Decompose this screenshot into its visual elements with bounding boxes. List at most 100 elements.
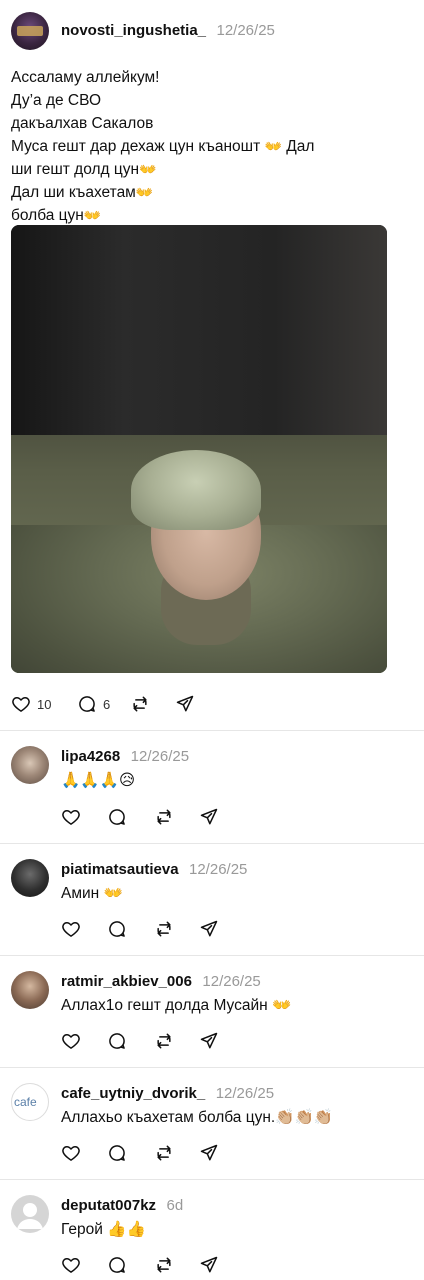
commenter-avatar[interactable] xyxy=(11,971,49,1009)
open-hands-emoji: 👐 xyxy=(139,161,157,177)
reply-icon xyxy=(109,1033,125,1049)
comment-actions xyxy=(61,1142,245,1164)
comment-author-line: deputat007kz 6d xyxy=(61,1197,183,1215)
caption-line: Дал ши къахетам👐 xyxy=(11,181,331,204)
send-icon xyxy=(200,808,218,825)
commenter-avatar[interactable] xyxy=(11,859,49,897)
comment-username[interactable]: ratmir_akbiev_006 xyxy=(61,973,192,990)
comment-author-line: ratmir_akbiev_006 12/26/25 xyxy=(61,973,261,991)
share-button[interactable] xyxy=(199,807,245,827)
heart-icon xyxy=(62,1258,80,1273)
post-photo[interactable] xyxy=(11,225,387,673)
comment-author-line: lipa4268 12/26/25 xyxy=(61,748,189,766)
photo-background xyxy=(11,225,387,435)
open-hands-emoji: 👐 xyxy=(135,184,154,200)
send-icon xyxy=(200,1256,218,1273)
author-username[interactable]: novosti_ingushetia_ xyxy=(61,22,206,39)
comment-text: Аллахьо къахетам болба цун.👏🏼👏🏼👏🏼 xyxy=(61,1109,334,1126)
share-button[interactable] xyxy=(199,919,245,939)
comment-text: Аллах1о гешт долда Мусайн 👐 xyxy=(61,997,292,1014)
comment-author-line: piatimatsautieva 12/26/25 xyxy=(61,861,247,879)
repost-button[interactable] xyxy=(129,694,175,714)
heart-icon xyxy=(62,1146,80,1161)
reply-icon xyxy=(109,1257,125,1273)
open-hands-emoji: 👐 xyxy=(264,138,282,154)
send-icon xyxy=(200,1144,218,1161)
comment-username[interactable]: cafe_uytniy_dvorik_ xyxy=(61,1085,205,1102)
caption-line-text: болба цун xyxy=(11,207,84,224)
post-timestamp: 12/26/25 xyxy=(216,22,275,39)
repost-icon xyxy=(157,1033,171,1049)
comment-actions xyxy=(61,806,245,828)
share-button[interactable] xyxy=(199,1031,245,1051)
caption-line: дакъалхав Сакалов xyxy=(11,115,154,132)
comment-timestamp: 12/26/25 xyxy=(130,748,190,765)
comment-username[interactable]: piatimatsautieva xyxy=(61,861,179,878)
like-button[interactable] xyxy=(61,1143,107,1163)
caption-line: болба цун👐 xyxy=(11,204,331,227)
heart-icon xyxy=(62,810,80,825)
comment-author-line: cafe_uytniy_dvorik_ 12/26/25 xyxy=(61,1085,274,1103)
like-button[interactable] xyxy=(61,807,107,827)
repost-icon xyxy=(157,809,171,825)
like-count: 10 xyxy=(37,696,52,712)
commenter-avatar[interactable] xyxy=(11,746,49,784)
comment-username[interactable]: deputat007kz xyxy=(61,1197,156,1214)
caption-line: ши гешт долд цун👐 xyxy=(11,158,331,181)
person-icon xyxy=(17,1203,43,1229)
caption-line-text: Муса гешт дар дехаж цун къаношт xyxy=(11,138,261,155)
repost-button[interactable] xyxy=(153,919,199,939)
caption-line: Муса гешт дар дехаж цун къаношт 👐 Дал xyxy=(11,135,331,158)
comment-text: Герой 👍👍 xyxy=(61,1221,146,1238)
commenter-avatar[interactable]: cafe xyxy=(11,1083,49,1121)
share-button[interactable] xyxy=(199,1143,245,1163)
share-button[interactable] xyxy=(175,694,195,714)
caption-line: Ду’а де СВО xyxy=(11,92,102,109)
post-header: novosti_ingushetia_ 12/26/25 xyxy=(0,0,424,60)
like-button[interactable] xyxy=(61,1031,107,1051)
author-line: novosti_ingushetia_ 12/26/25 xyxy=(61,22,275,40)
reply-button[interactable] xyxy=(107,1143,153,1163)
avatar-broken-image-text: cafe xyxy=(14,1095,37,1109)
reply-icon xyxy=(109,1145,125,1161)
caption-line: Ассаламу аллейкум! xyxy=(11,69,160,86)
reply-icon xyxy=(79,696,95,712)
reply-button[interactable]: 6 xyxy=(77,694,129,714)
default-avatar[interactable] xyxy=(11,1195,49,1233)
caption-line-text: Дал ши къахетам xyxy=(11,184,136,201)
repost-button[interactable] xyxy=(153,1255,199,1275)
post-caption: Ассаламу аллейкум! Ду’а де СВО дакъалхав… xyxy=(11,66,331,227)
like-button[interactable] xyxy=(61,919,107,939)
photo-hat xyxy=(131,450,261,530)
reply-icon xyxy=(109,809,125,825)
repost-button[interactable] xyxy=(153,1143,199,1163)
repost-icon xyxy=(157,1145,171,1161)
comment-actions xyxy=(61,1254,245,1276)
comment-timestamp: 12/26/25 xyxy=(202,973,261,990)
reply-button[interactable] xyxy=(107,919,153,939)
repost-button[interactable] xyxy=(153,807,199,827)
comment-actions xyxy=(61,918,245,940)
heart-icon xyxy=(62,922,80,937)
comment-text: Амин 👐 xyxy=(61,885,123,902)
reply-button[interactable] xyxy=(107,807,153,827)
heart-icon xyxy=(12,697,30,712)
author-avatar[interactable] xyxy=(11,12,49,50)
like-button[interactable]: 10 xyxy=(11,694,77,714)
comment-username[interactable]: lipa4268 xyxy=(61,748,120,765)
heart-icon xyxy=(62,1034,80,1049)
comment-text: 🙏🙏🙏😥 xyxy=(61,772,136,789)
comment-timestamp: 12/26/25 xyxy=(215,1085,275,1102)
comment-actions xyxy=(61,1030,245,1052)
reply-count: 6 xyxy=(103,696,111,712)
like-button[interactable] xyxy=(61,1255,107,1275)
repost-button[interactable] xyxy=(153,1031,199,1051)
repost-icon xyxy=(133,696,147,712)
send-icon xyxy=(176,695,194,712)
reply-button[interactable] xyxy=(107,1031,153,1051)
comment-timestamp: 6d xyxy=(166,1197,184,1214)
reply-button[interactable] xyxy=(107,1255,153,1275)
repost-icon xyxy=(157,921,171,937)
comment-timestamp: 12/26/25 xyxy=(189,861,248,878)
share-button[interactable] xyxy=(199,1255,245,1275)
